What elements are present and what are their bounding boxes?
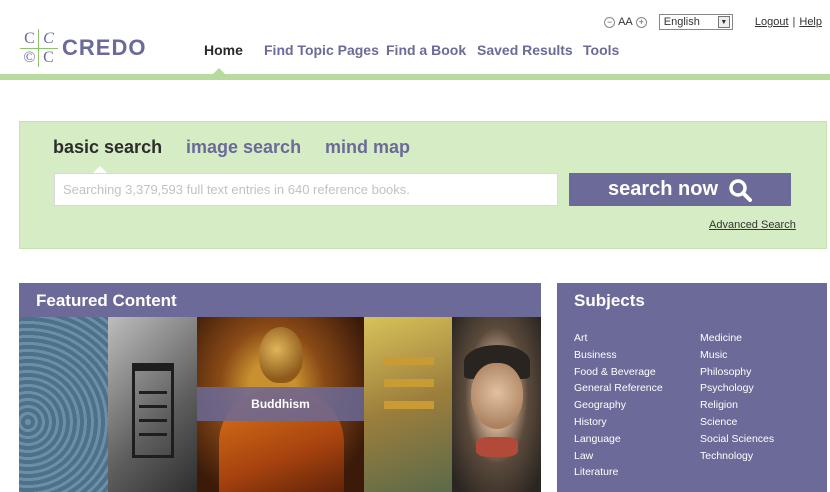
search-panel: basic search image search mind map searc…: [19, 121, 827, 249]
subject-link-geography[interactable]: Geography: [574, 397, 663, 414]
credo-logo[interactable]: C C © C CREDO: [20, 28, 146, 68]
featured-caption: Buddhism: [197, 387, 364, 421]
subject-link-technology[interactable]: Technology: [700, 448, 774, 465]
active-tab-pointer: [93, 166, 107, 173]
nav-find-a-book[interactable]: Find a Book: [386, 42, 466, 58]
language-value: English: [663, 16, 700, 28]
featured-image-strip: Buddhism: [19, 317, 541, 492]
subject-link-science[interactable]: Science: [700, 414, 774, 431]
font-size-control: − AA +: [604, 16, 647, 28]
subject-link-art[interactable]: Art: [574, 330, 663, 347]
nav-home[interactable]: Home: [204, 42, 243, 58]
search-now-label: search now: [607, 178, 719, 200]
search-icon: [728, 178, 753, 202]
help-link[interactable]: Help: [799, 16, 822, 28]
header-divider: [0, 74, 830, 80]
subject-link-general-reference[interactable]: General Reference: [574, 380, 663, 397]
top-bar: C C © C CREDO − AA + English ▼ Logout | …: [0, 0, 830, 80]
painted-chair-image: [384, 357, 434, 365]
utility-bar: − AA + English ▼ Logout | Help: [604, 14, 822, 30]
subject-link-literature[interactable]: Literature: [574, 464, 663, 481]
subjects-title: Subjects: [574, 291, 645, 310]
subjects-column-2: Medicine Music Philosophy Psychology Rel…: [700, 330, 774, 464]
subjects-panel: Subjects Art Business Food & Beverage Ge…: [557, 283, 827, 492]
chair-image: [132, 363, 174, 458]
font-decrease-button[interactable]: −: [604, 16, 616, 28]
featured-tile-painting[interactable]: [364, 317, 452, 492]
subject-link-medicine[interactable]: Medicine: [700, 330, 774, 347]
subject-link-psychology[interactable]: Psychology: [700, 380, 774, 397]
portrait-tie-image: [476, 437, 518, 457]
chevron-down-icon[interactable]: ▼: [717, 16, 730, 28]
subject-link-business[interactable]: Business: [574, 347, 663, 364]
tab-basic-search[interactable]: basic search: [53, 137, 162, 158]
subject-link-food-beverage[interactable]: Food & Beverage: [574, 364, 663, 381]
featured-tile-portrait[interactable]: [452, 317, 541, 492]
subject-link-social-sciences[interactable]: Social Sciences: [700, 431, 774, 448]
subjects-column-1: Art Business Food & Beverage General Ref…: [574, 330, 663, 481]
portrait-face-image: [471, 363, 523, 429]
featured-content-panel: Featured Content Buddhism: [19, 283, 541, 492]
advanced-search-link[interactable]: Advanced Search: [709, 219, 796, 231]
nav-saved-results[interactable]: Saved Results: [477, 42, 573, 58]
search-now-button[interactable]: search now: [569, 173, 791, 206]
buddha-head-image: [259, 327, 303, 383]
subject-link-religion[interactable]: Religion: [700, 397, 774, 414]
tab-mind-map[interactable]: mind map: [325, 137, 410, 158]
subject-link-law[interactable]: Law: [574, 448, 663, 465]
font-increase-button[interactable]: +: [635, 16, 647, 28]
featured-tile-chair[interactable]: [108, 317, 197, 492]
search-input[interactable]: [54, 173, 558, 206]
subject-link-music[interactable]: Music: [700, 347, 774, 364]
nav-tools[interactable]: Tools: [583, 42, 619, 58]
subject-link-philosophy[interactable]: Philosophy: [700, 364, 774, 381]
featured-tile-map[interactable]: [19, 317, 108, 492]
font-size-label: AA: [618, 16, 633, 28]
featured-tile-buddhism[interactable]: Buddhism: [197, 317, 364, 492]
tab-image-search[interactable]: image search: [186, 137, 301, 158]
logout-link[interactable]: Logout: [755, 16, 789, 28]
brand-name: CREDO: [62, 35, 147, 60]
language-select[interactable]: English ▼: [658, 14, 733, 30]
utility-separator: |: [792, 16, 796, 28]
subject-link-language[interactable]: Language: [574, 431, 663, 448]
subject-link-history[interactable]: History: [574, 414, 663, 431]
nav-find-topic-pages[interactable]: Find Topic Pages: [264, 42, 379, 58]
featured-content-title: Featured Content: [36, 291, 177, 310]
credo-logo-mark-icon: C C © C: [20, 29, 58, 67]
